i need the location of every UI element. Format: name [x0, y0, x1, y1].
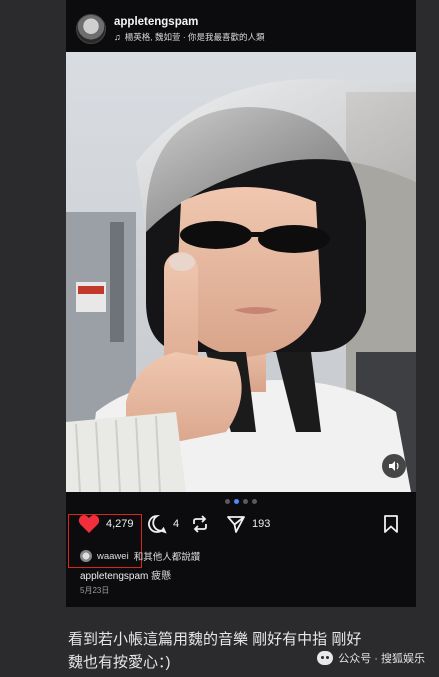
- photo-image: [66, 52, 416, 492]
- like-count: 4,279: [106, 518, 134, 530]
- caption: appletengspam 疲懸: [80, 567, 171, 582]
- article-text-line: 看到若小帳這篇用魏的音樂 剛好有中指 剛好: [68, 631, 362, 648]
- avatar[interactable]: [76, 14, 106, 44]
- liked-by[interactable]: waawei 和其他人都說讚: [80, 549, 200, 563]
- send-icon: [227, 516, 245, 533]
- post-username[interactable]: appletengspam: [114, 16, 198, 28]
- watermark: 公众号 · 搜狐娱乐: [317, 650, 425, 666]
- bookmark-icon: [384, 515, 398, 533]
- speaker-icon: [389, 461, 399, 471]
- music-note-icon: ♫: [114, 32, 121, 42]
- repost-button[interactable]: [190, 514, 210, 534]
- carousel-dot: [252, 499, 257, 504]
- carousel-dot-active: [234, 499, 239, 504]
- repost-icon: [193, 515, 207, 533]
- music-info[interactable]: ♫ 楊英格, 魏如萱 · 你是我最喜歡的人類: [114, 31, 265, 43]
- caption-text: 疲懸: [151, 571, 172, 582]
- liked-by-suffix: 和其他人都說讚: [133, 552, 201, 563]
- share-button[interactable]: 193: [226, 514, 270, 534]
- liker-name[interactable]: waawei: [97, 551, 129, 562]
- heart-icon: [78, 515, 100, 533]
- post-date: 5月23日: [80, 586, 110, 595]
- watermark-text: 公众号 · 搜狐娱乐: [338, 653, 425, 665]
- carousel-dot: [243, 499, 248, 504]
- caption-username[interactable]: appletengspam: [80, 571, 148, 582]
- like-button[interactable]: 4,279: [78, 514, 134, 534]
- instagram-post: appletengspam ♫ 楊英格, 魏如萱 · 你是我最喜歡的人類 4,2…: [66, 0, 416, 607]
- carousel-dots: [66, 499, 416, 504]
- comment-button[interactable]: 4: [147, 514, 179, 534]
- post-actions: 4,279 4 193: [66, 514, 416, 568]
- music-label: 楊英格, 魏如萱 · 你是我最喜歡的人類: [124, 32, 265, 42]
- comment-bubble-icon: [148, 515, 167, 534]
- liker-avatar: [80, 550, 92, 562]
- post-photo[interactable]: [66, 52, 416, 492]
- share-count: 193: [252, 518, 271, 530]
- mute-toggle[interactable]: [382, 454, 406, 478]
- save-button[interactable]: [382, 514, 400, 534]
- post-header: appletengspam ♫ 楊英格, 魏如萱 · 你是我最喜歡的人類: [66, 0, 416, 52]
- carousel-dot: [225, 499, 230, 504]
- wechat-icon: [317, 651, 334, 665]
- comment-count: 4: [173, 518, 180, 530]
